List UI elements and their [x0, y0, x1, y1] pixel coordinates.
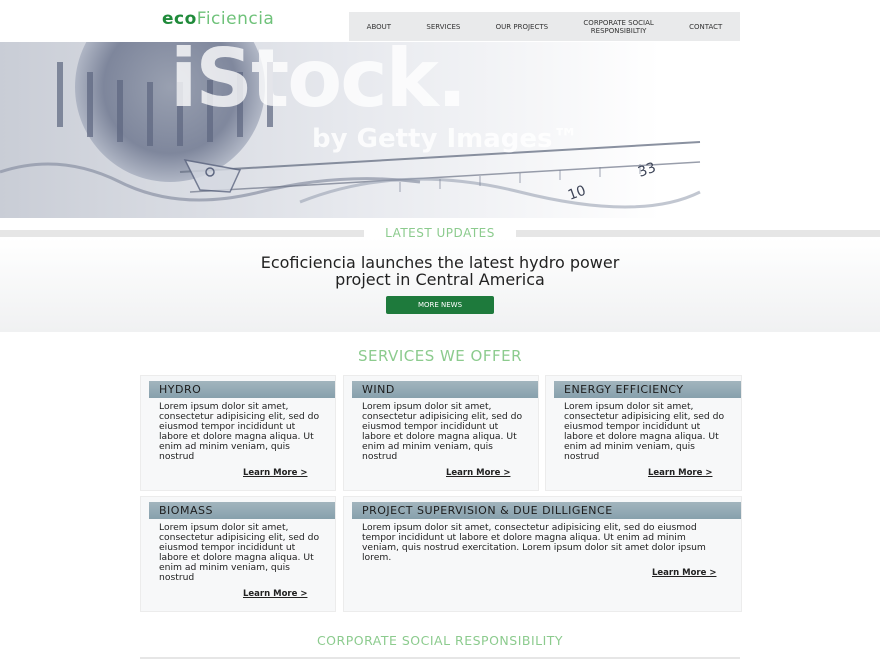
card-text: Lorem ipsum dolor sit amet, consectetur … — [159, 522, 320, 583]
learn-more-link[interactable]: Learn More > — [243, 468, 307, 478]
hero-scale-number: 10 — [566, 183, 588, 204]
card-title: BIOMASS — [149, 502, 335, 519]
learn-more-link[interactable]: Learn More > — [652, 568, 716, 578]
logo-part-eco: eco — [162, 9, 197, 29]
service-card-hydro: HYDRO Lorem ipsum dolor sit amet, consec… — [140, 375, 336, 491]
nav-contact[interactable]: CONTACT — [689, 23, 722, 31]
main-nav: ABOUT SERVICES OUR PROJECTS CORPORATE SO… — [349, 12, 740, 41]
card-text: Lorem ipsum dolor sit amet, consectetur … — [362, 401, 523, 462]
nav-about[interactable]: ABOUT — [367, 23, 391, 31]
logo-part-ficiencia: Ficiencia — [196, 9, 275, 29]
csr-heading: CORPORATE SOCIAL RESPONSIBILITY — [316, 633, 564, 648]
service-card-energy-efficiency: ENERGY EFFICIENCY Lorem ipsum dolor sit … — [545, 375, 742, 491]
top-bar: ecoFiciencia ABOUT SERVICES OUR PROJECTS… — [0, 0, 880, 43]
headline-line-1: Ecoficiencia launches the latest hydro p… — [260, 253, 620, 272]
service-card-wind: WIND Lorem ipsum dolor sit amet, consect… — [343, 375, 539, 491]
watermark-istock: iStock. — [170, 42, 467, 125]
news-headline: Ecoficiencia launches the latest hydro p… — [200, 254, 680, 288]
nav-csr[interactable]: CORPORATE SOCIAL RESPONSIBILTIY — [583, 19, 653, 35]
service-card-biomass: BIOMASS Lorem ipsum dolor sit amet, cons… — [140, 496, 336, 612]
csr-divider — [140, 657, 740, 659]
hero-banner: 10 33 iStock. by Getty Images™ — [0, 42, 880, 218]
card-title: PROJECT SUPERVISION & DUE DILLIGENCE — [352, 502, 741, 519]
card-text: Lorem ipsum dolor sit amet, consectetur … — [362, 522, 706, 563]
watermark-getty: by Getty Images™ — [312, 124, 579, 154]
learn-more-link[interactable]: Learn More > — [648, 468, 712, 478]
service-card-project-supervision: PROJECT SUPERVISION & DUE DILLIGENCE Lor… — [343, 496, 742, 612]
headline-line-2: project in Central America — [335, 270, 545, 289]
learn-more-link[interactable]: Learn More > — [243, 589, 307, 599]
card-title: HYDRO — [149, 381, 335, 398]
card-text: Lorem ipsum dolor sit amet, consectetur … — [564, 401, 725, 462]
logo[interactable]: ecoFiciencia — [162, 9, 274, 29]
learn-more-link[interactable]: Learn More > — [446, 468, 510, 478]
card-text: Lorem ipsum dolor sit amet, consectetur … — [159, 401, 320, 462]
more-news-button[interactable]: MORE NEWS — [386, 296, 494, 314]
card-title: ENERGY EFFICIENCY — [554, 381, 741, 398]
nav-services[interactable]: SERVICES — [426, 23, 460, 31]
services-heading: SERVICES WE OFFER — [357, 347, 523, 365]
nav-our-projects[interactable]: OUR PROJECTS — [496, 23, 548, 31]
hero-scale-number-2: 33 — [636, 160, 658, 181]
card-title: WIND — [352, 381, 538, 398]
